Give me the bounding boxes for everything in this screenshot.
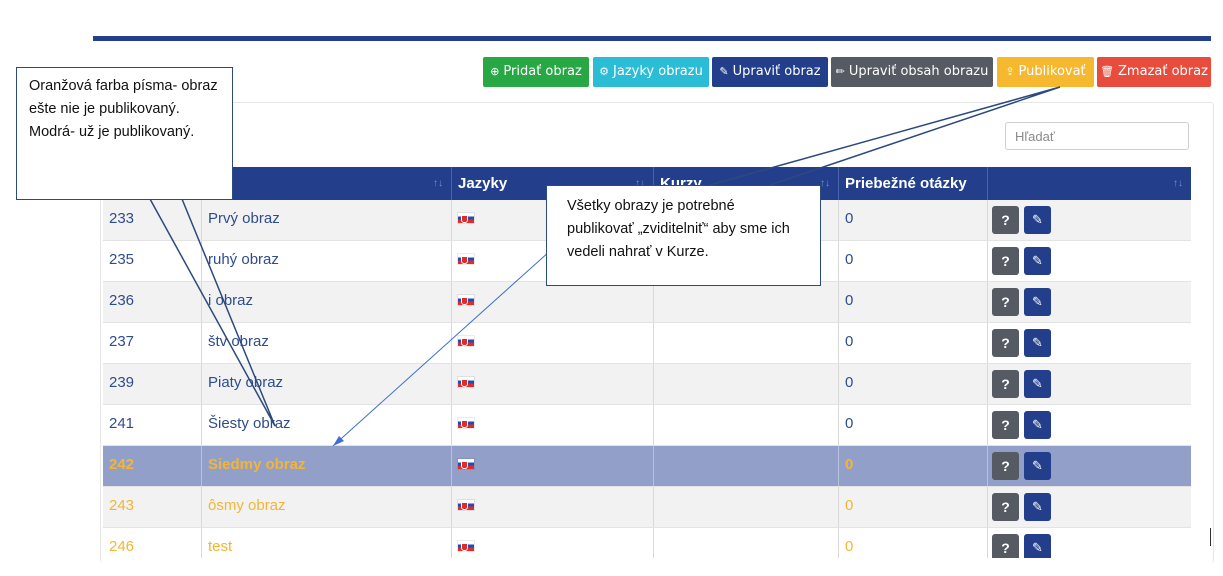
cell-courses	[654, 405, 839, 445]
pencil-icon: ✏	[835, 65, 845, 78]
cell-id: 233	[103, 200, 202, 240]
slovak-flag-icon	[458, 377, 474, 388]
cell-languages	[452, 446, 654, 486]
cell-questions: 0	[839, 487, 988, 527]
help-button[interactable]: ?	[992, 288, 1019, 316]
edit-row-button[interactable]: ✎	[1024, 329, 1051, 357]
cell-languages	[452, 528, 654, 558]
cell-questions: 0	[839, 323, 988, 363]
cell-questions: 0	[839, 528, 988, 558]
publish-button[interactable]: ⇪ Publikovať	[997, 57, 1094, 87]
edit-row-button[interactable]: ✎	[1024, 493, 1051, 521]
cell-courses	[654, 364, 839, 404]
cell-questions: 0	[839, 405, 988, 445]
table-row-selected[interactable]: 242 Siedmy obraz 0 ? ✎	[103, 446, 1191, 487]
publish-info-callout: Všetky obrazy je potrebné publikovať „zv…	[546, 185, 821, 286]
top-accent-bar	[93, 36, 1211, 41]
help-button[interactable]: ?	[992, 370, 1019, 398]
table-row[interactable]: 241 Šiesty obraz 0 ? ✎	[103, 405, 1191, 446]
cell-courses	[654, 446, 839, 486]
cell-courses	[654, 282, 839, 322]
slovak-flag-icon	[458, 213, 474, 224]
cell-questions: 0	[839, 446, 988, 486]
add-image-button[interactable]: ⊕ Pridať obraz	[483, 57, 589, 87]
cell-id: 241	[103, 405, 202, 445]
cell-id: 246	[103, 528, 202, 558]
slovak-flag-icon	[458, 254, 474, 265]
cell-languages	[452, 282, 654, 322]
column-actions: ↑↓	[988, 167, 1191, 200]
cell-questions: 0	[839, 282, 988, 322]
table-row[interactable]: 239 Piaty obraz 0 ? ✎	[103, 364, 1191, 405]
edit-row-button[interactable]: ✎	[1024, 370, 1051, 398]
slovak-flag-icon	[458, 500, 474, 511]
cell-id: 236	[103, 282, 202, 322]
cell-name: Piaty obraz	[202, 364, 452, 404]
column-name[interactable]: tov↑↓	[202, 167, 452, 200]
sort-icon: ↑↓	[1173, 178, 1183, 189]
delete-image-button[interactable]: 🗑 Zmazať obraz	[1097, 57, 1211, 87]
upload-icon: ⇪	[1005, 65, 1015, 78]
cell-name: štv obraz	[202, 323, 452, 363]
help-button[interactable]: ?	[992, 247, 1019, 275]
table-row[interactable]: 246 test 0 ? ✎	[103, 528, 1191, 558]
cell-courses	[654, 487, 839, 527]
table-row[interactable]: 237 štv obraz 0 ? ✎	[103, 323, 1191, 364]
cell-languages	[452, 323, 654, 363]
cell-id: 235	[103, 241, 202, 281]
cell-courses	[654, 528, 839, 558]
table-row[interactable]: 243 ôsmy obraz 0 ? ✎	[103, 487, 1191, 528]
cell-languages	[452, 487, 654, 527]
help-button[interactable]: ?	[992, 206, 1019, 234]
cell-id: 239	[103, 364, 202, 404]
slovak-flag-icon	[458, 336, 474, 347]
slovak-flag-icon	[458, 418, 474, 429]
slovak-flag-icon	[458, 541, 474, 552]
cell-id: 242	[103, 446, 202, 486]
edit-row-button[interactable]: ✎	[1024, 534, 1051, 558]
edit-icon: ✎	[719, 65, 729, 78]
cell-questions: 0	[839, 241, 988, 281]
table-row[interactable]: 236 i obraz 0 ? ✎	[103, 282, 1191, 323]
cell-name: ôsmy obraz	[202, 487, 452, 527]
cell-id: 237	[103, 323, 202, 363]
help-button[interactable]: ?	[992, 493, 1019, 521]
edit-row-button[interactable]: ✎	[1024, 288, 1051, 316]
edit-row-button[interactable]: ✎	[1024, 247, 1051, 275]
cell-questions: 0	[839, 200, 988, 240]
page-edge-marker	[1210, 528, 1211, 546]
cell-languages	[452, 405, 654, 445]
cell-name: Prvý obraz	[202, 200, 452, 240]
slovak-flag-icon	[458, 295, 474, 306]
image-languages-button[interactable]: ⚙ Jazyky obrazu	[593, 57, 709, 87]
sort-icon: ↑↓	[433, 178, 443, 189]
cell-name: i obraz	[202, 282, 452, 322]
slovak-flag-icon	[458, 459, 474, 470]
cell-name: ruhý obraz	[202, 241, 452, 281]
edit-image-content-button[interactable]: ✏ Upraviť obsah obrazu	[831, 57, 993, 87]
cell-id: 243	[103, 487, 202, 527]
help-button[interactable]: ?	[992, 411, 1019, 439]
edit-row-button[interactable]: ✎	[1024, 452, 1051, 480]
help-button[interactable]: ?	[992, 329, 1019, 357]
cell-courses	[654, 323, 839, 363]
cell-languages	[452, 364, 654, 404]
sort-icon: ↑↓	[820, 178, 830, 189]
cell-questions: 0	[839, 364, 988, 404]
edit-image-button[interactable]: ✎ Upraviť obraz	[712, 57, 828, 87]
status-color-callout: Oranžová farba písma- obraz ešte nie je …	[16, 67, 233, 200]
edit-row-button[interactable]: ✎	[1024, 206, 1051, 234]
search-input[interactable]	[1005, 122, 1189, 150]
column-questions[interactable]: Priebežné otázky	[839, 167, 988, 200]
help-button[interactable]: ?	[992, 534, 1019, 558]
cell-name: Šiesty obraz	[202, 405, 452, 445]
cell-name: test	[202, 528, 452, 558]
gear-icon: ⚙	[599, 65, 610, 78]
cell-name: Siedmy obraz	[202, 446, 452, 486]
plus-circle-icon: ⊕	[490, 65, 500, 78]
help-button[interactable]: ?	[992, 452, 1019, 480]
edit-row-button[interactable]: ✎	[1024, 411, 1051, 439]
trash-icon: 🗑	[1100, 65, 1115, 78]
